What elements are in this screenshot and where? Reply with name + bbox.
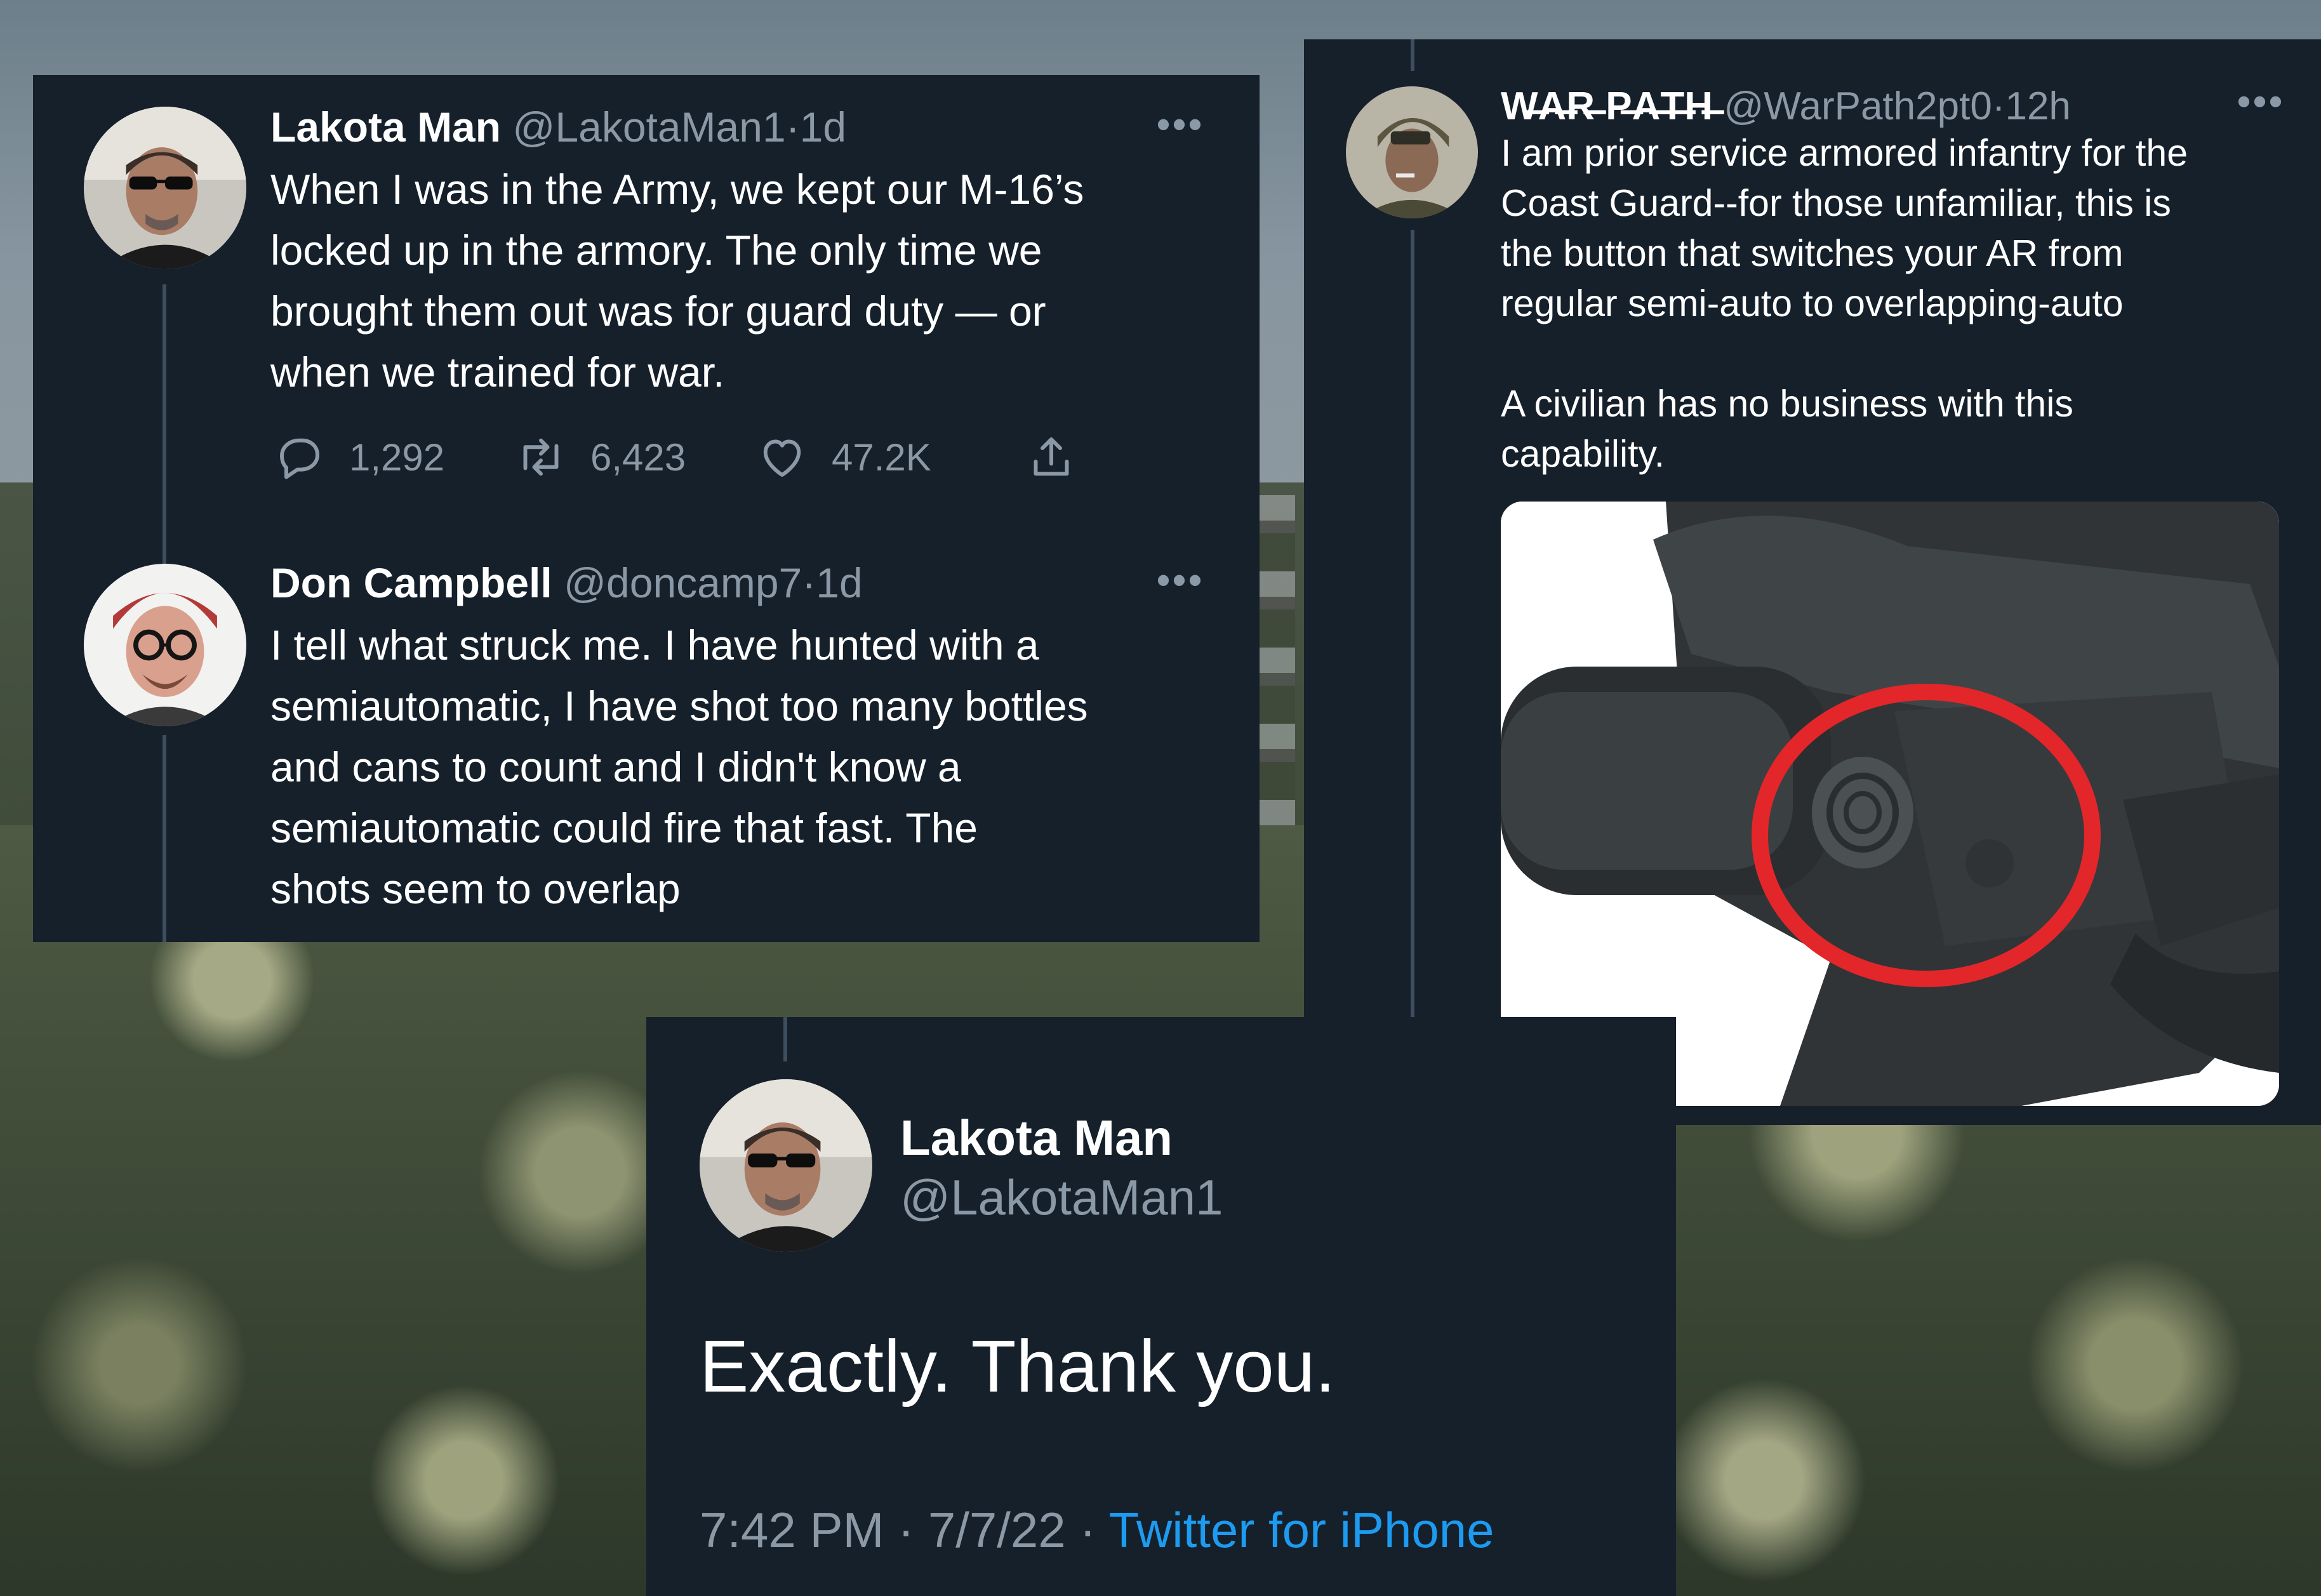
- share-icon: [1034, 437, 1069, 476]
- tweet-text: When I was in the Army, we kept our M-16…: [270, 166, 1084, 396]
- user-handle[interactable]: @LakotaMan1: [900, 1167, 1223, 1228]
- retweet-button[interactable]: 6,423: [514, 425, 686, 489]
- share-button[interactable]: [1025, 425, 1101, 489]
- thread-line: [1411, 230, 1414, 1125]
- thread-line: [163, 735, 166, 942]
- tweet-header: W̶A̶R̶ P̶A̶T̶H̶ @WarPath2pt0·12h: [1501, 81, 2071, 132]
- avatar[interactable]: [700, 1079, 872, 1252]
- user-handle[interactable]: @doncamp7: [564, 559, 802, 606]
- reply-tweet-panel: Lakota Man @LakotaMan1 Exactly. Thank yo…: [646, 1017, 1676, 1596]
- user-handle[interactable]: @LakotaMan1: [512, 103, 785, 150]
- like-count: 47.2K: [832, 436, 931, 479]
- user-name[interactable]: Lakota Man: [270, 103, 501, 150]
- user-name[interactable]: Don Campbell: [270, 559, 552, 606]
- tweet-text: I tell what struck me. I have hunted wit…: [270, 622, 1088, 912]
- tweet-time[interactable]: 7:42 PM: [700, 1502, 884, 1558]
- separator: ·: [785, 103, 800, 150]
- user-name[interactable]: W̶A̶R̶ P̶A̶T̶H̶: [1501, 84, 1713, 128]
- tweet-thread-panel: Lakota Man @LakotaMan1·1d ••• When I was…: [33, 75, 1260, 942]
- separator: ·: [1992, 84, 2005, 128]
- tweet-time[interactable]: 1d: [816, 559, 862, 606]
- tweet-time[interactable]: 1d: [800, 103, 846, 150]
- separator: ·: [802, 559, 816, 606]
- like-icon: [763, 439, 801, 477]
- user-handle[interactable]: @WarPath2pt0: [1724, 84, 1992, 128]
- thread-line: [1411, 39, 1414, 71]
- reply-button[interactable]: 1,292: [273, 425, 444, 489]
- tweet-text: Exactly. Thank you.: [700, 1325, 1336, 1407]
- more-options-icon[interactable]: •••: [2237, 83, 2285, 121]
- more-options-icon[interactable]: •••: [1157, 561, 1204, 599]
- user-name[interactable]: Lakota Man: [900, 1107, 1173, 1168]
- tweet-time[interactable]: 12h: [2005, 84, 2070, 128]
- avatar[interactable]: [1346, 86, 1478, 218]
- source-link[interactable]: Twitter for iPhone: [1109, 1502, 1494, 1558]
- tweet-text: I am prior service armored infantry for …: [1501, 132, 2188, 475]
- more-options-icon[interactable]: •••: [1157, 105, 1204, 143]
- like-button[interactable]: 47.2K: [755, 425, 931, 489]
- tweet-actions: 1,292 6,423 47.2K: [273, 425, 1098, 489]
- avatar[interactable]: [84, 564, 246, 726]
- retweet-count: 6,423: [590, 436, 686, 479]
- tweet-meta: 7:42 PM · 7/7/22 · Twitter for iPhone: [700, 1498, 1494, 1562]
- tweet-date[interactable]: 7/7/22: [928, 1502, 1066, 1558]
- reply-count: 1,292: [349, 436, 445, 479]
- retweet-icon: [523, 438, 559, 476]
- tweet-header: Don Campbell @doncamp7·1d: [270, 557, 863, 608]
- rifle-receiver-photo[interactable]: [1501, 502, 2279, 1106]
- thread-line: [783, 1017, 787, 1061]
- separator: ·: [898, 1502, 915, 1558]
- tweet-header: Lakota Man @LakotaMan1·1d: [270, 102, 846, 152]
- separator: ·: [1079, 1502, 1096, 1558]
- avatar[interactable]: [84, 107, 246, 269]
- quoted-tweet-panel: W̶A̶R̶ P̶A̶T̶H̶ @WarPath2pt0·12h ••• I a…: [1304, 39, 2321, 1125]
- reply-icon: [280, 438, 319, 479]
